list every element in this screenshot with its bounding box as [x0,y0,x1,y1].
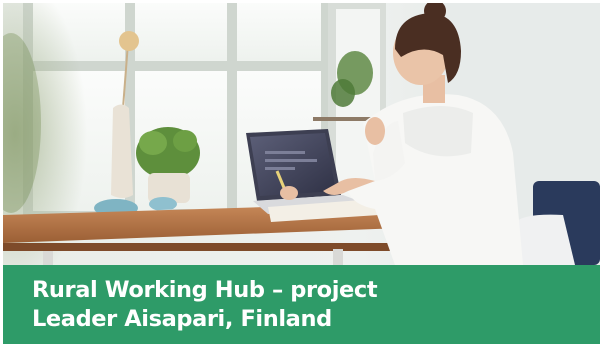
title-banner[interactable]: Rural Working Hub – project Leader Aisap… [3,265,600,344]
hero-photo[interactable] [3,3,600,265]
project-card[interactable]: Rural Working Hub – project Leader Aisap… [3,3,600,344]
card-title-line-1[interactable]: Rural Working Hub – project [32,276,600,305]
card-title-line-2[interactable]: Leader Aisapari, Finland [32,305,600,334]
